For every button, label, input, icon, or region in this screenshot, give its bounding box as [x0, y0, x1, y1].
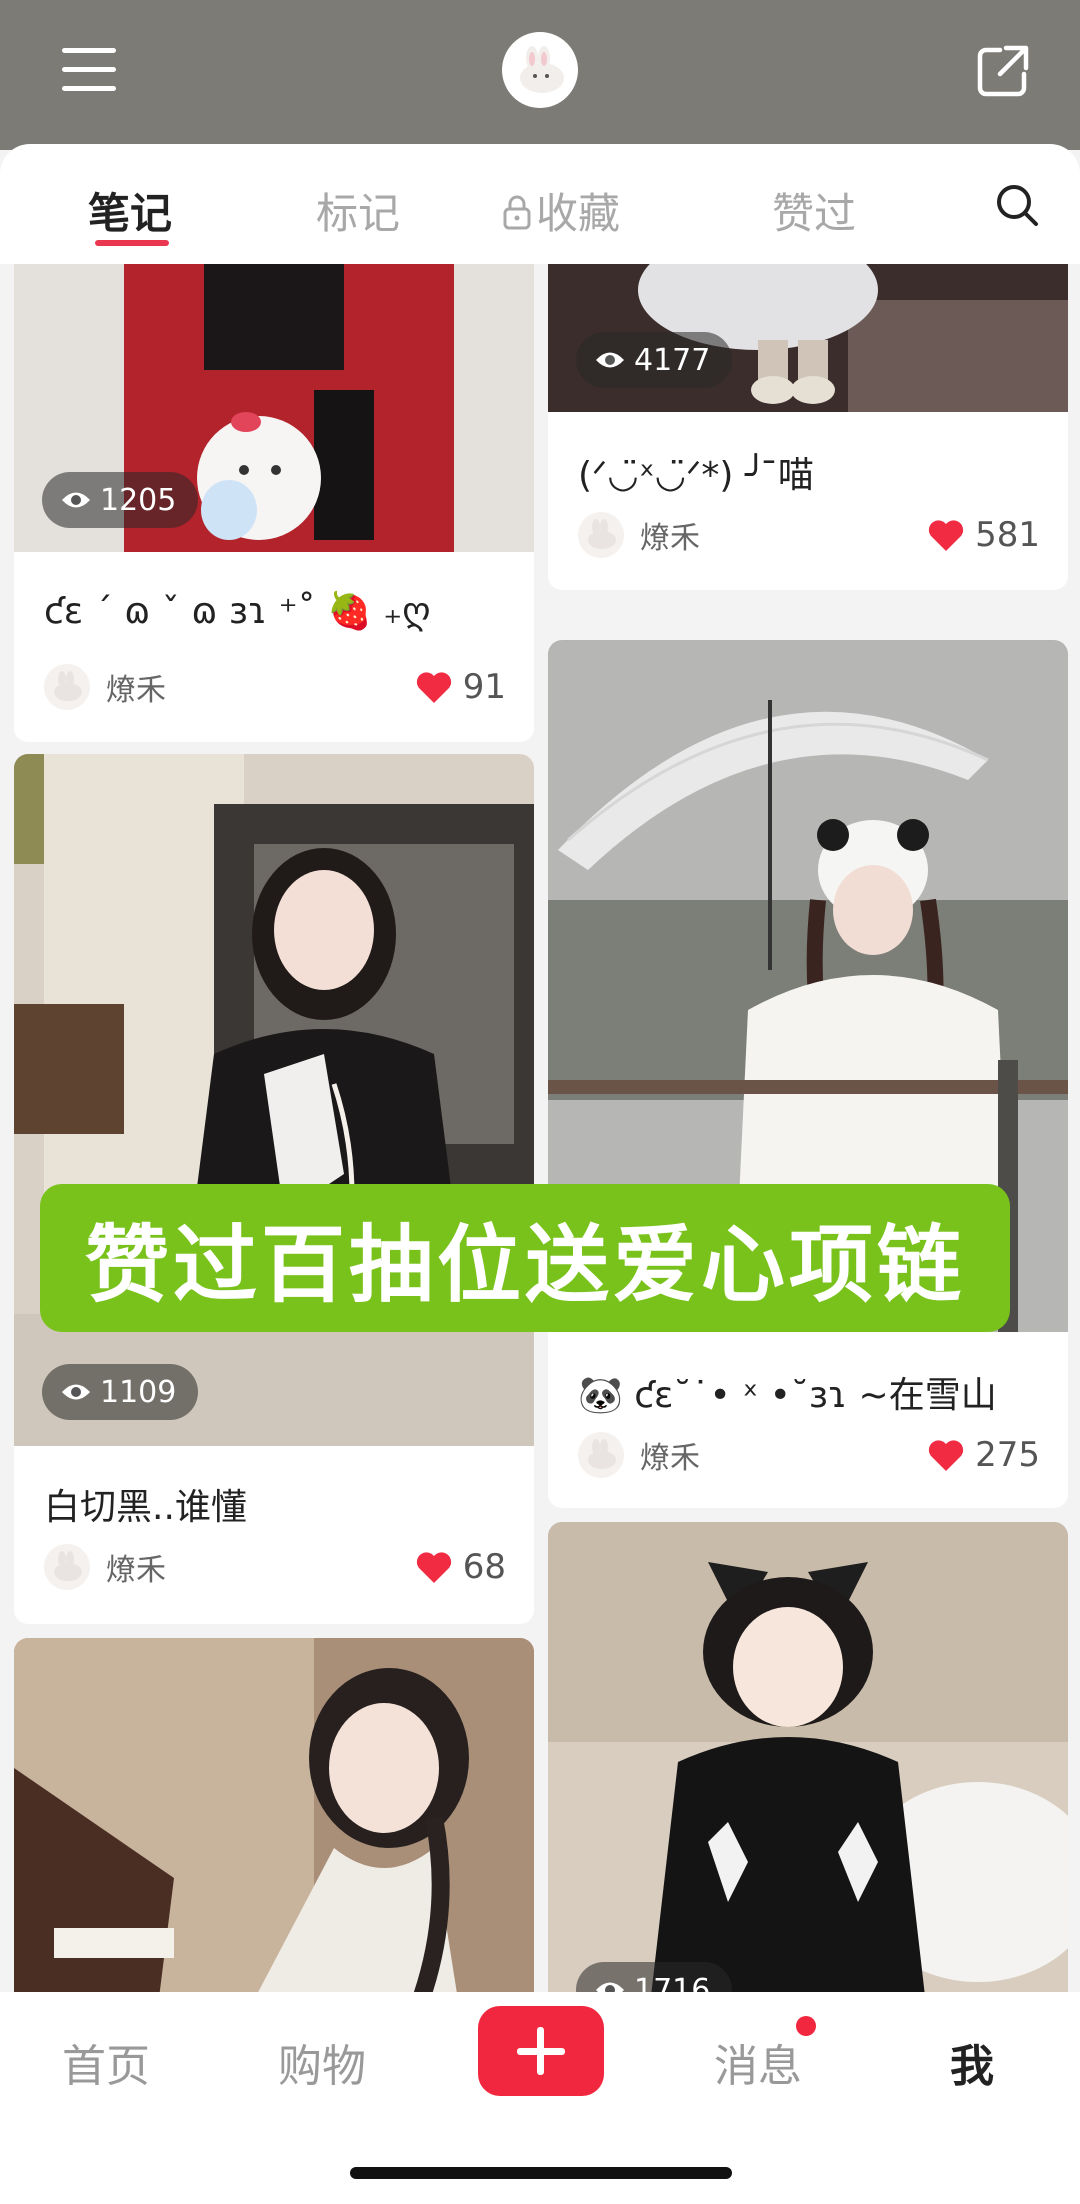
heart-icon: [416, 672, 451, 703]
nav-shopping[interactable]: 购物: [278, 2030, 366, 2094]
author-avatar[interactable]: [44, 1544, 90, 1590]
lock-icon: [503, 195, 531, 230]
note-photo: [14, 754, 534, 1446]
promo-banner: 赞过百抽位送爱心项链: [40, 1184, 1010, 1332]
note-title: (ᐟ◡̈ˣ◡̈ᐟ*) ╯ ̄喵: [578, 455, 814, 496]
view-count: 4177: [576, 332, 733, 388]
tab-notes[interactable]: 笔记: [88, 180, 172, 241]
view-count: 1205: [42, 472, 199, 528]
note-title: ƈɛ ˊ ɷ ˇ ɷ ɜɿ ⁺˚ 🍓 ₊ღ: [44, 591, 431, 632]
nav-messages[interactable]: 消息: [714, 2030, 802, 2094]
author-name[interactable]: 燎禾: [640, 513, 927, 557]
eye-icon: [62, 1384, 90, 1400]
notification-badge: [796, 2016, 816, 2036]
note-meta: 燎禾 275: [578, 1428, 1040, 1482]
menu-icon[interactable]: [62, 48, 116, 92]
view-count: 1109: [42, 1364, 199, 1420]
tab-liked[interactable]: 赞过: [772, 180, 856, 241]
share-icon[interactable]: [976, 44, 1030, 98]
eye-icon: [596, 352, 624, 368]
author-name[interactable]: 燎禾: [106, 665, 415, 709]
note-photo: [548, 1522, 1068, 1992]
note-card[interactable]: 1205 ƈɛ ˊ ɷ ˇ ɷ ɜɿ ⁺˚ 🍓 ₊ღ 燎禾 91: [14, 264, 534, 742]
home-indicator: [350, 2167, 732, 2179]
view-count: 1716: [576, 1962, 733, 1992]
tab-collections-label: 收藏: [536, 189, 621, 238]
like-button[interactable]: 68: [415, 1547, 506, 1587]
like-button[interactable]: 91: [415, 667, 506, 707]
heart-icon: [416, 1552, 451, 1583]
tab-collections[interactable]: 收藏: [502, 180, 620, 241]
active-tab-indicator: [95, 240, 169, 246]
search-icon[interactable]: [994, 182, 1040, 228]
note-meta: 燎禾 581: [578, 508, 1040, 562]
profile-tabs: 笔记 标记 收藏 赞过: [0, 144, 1080, 264]
note-card[interactable]: 🐼 ƈɛ˘˙• ˣ •˘ɜɿ ~在雪山 燎禾 275: [548, 640, 1068, 1508]
note-card[interactable]: [14, 1638, 534, 1992]
author-avatar[interactable]: [578, 1432, 624, 1478]
note-photo: [14, 1638, 534, 1992]
like-button[interactable]: 581: [927, 515, 1040, 555]
profile-header: [0, 0, 1080, 150]
note-card[interactable]: 4177 (ᐟ◡̈ˣ◡̈ᐟ*) ╯ ̄喵 燎禾 581: [548, 264, 1068, 590]
like-button[interactable]: 275: [927, 1435, 1040, 1475]
note-meta: 燎禾 68: [44, 1540, 506, 1594]
heart-icon: [928, 1440, 964, 1471]
add-note-button[interactable]: [478, 2006, 604, 2096]
note-title: 🐼 ƈɛ˘˙• ˣ •˘ɜɿ ~在雪山: [578, 1375, 997, 1416]
author-avatar[interactable]: [44, 664, 90, 710]
note-card[interactable]: 1716: [548, 1522, 1068, 1992]
header-avatar[interactable]: [502, 32, 578, 108]
author-name[interactable]: 燎禾: [640, 1433, 927, 1477]
nav-me[interactable]: 我: [950, 2030, 994, 2094]
note-meta: 燎禾 91: [44, 660, 506, 714]
author-avatar[interactable]: [578, 512, 624, 558]
promo-text: 赞过百抽位送爱心项链: [84, 1215, 965, 1314]
notes-feed[interactable]: 1205 ƈɛ ˊ ɷ ˇ ɷ ɜɿ ⁺˚ 🍓 ₊ღ 燎禾 91 4177 (ᐟ…: [0, 264, 1080, 1992]
nav-home[interactable]: 首页: [62, 2030, 150, 2094]
bottom-nav: 首页 购物 消息 我: [0, 1992, 1080, 2204]
tab-marks[interactable]: 标记: [316, 180, 400, 241]
author-name[interactable]: 燎禾: [106, 1545, 415, 1589]
note-title: 白切黑..谁懂: [44, 1487, 247, 1528]
eye-icon: [596, 1982, 624, 1992]
heart-icon: [928, 520, 964, 551]
eye-icon: [62, 492, 90, 508]
